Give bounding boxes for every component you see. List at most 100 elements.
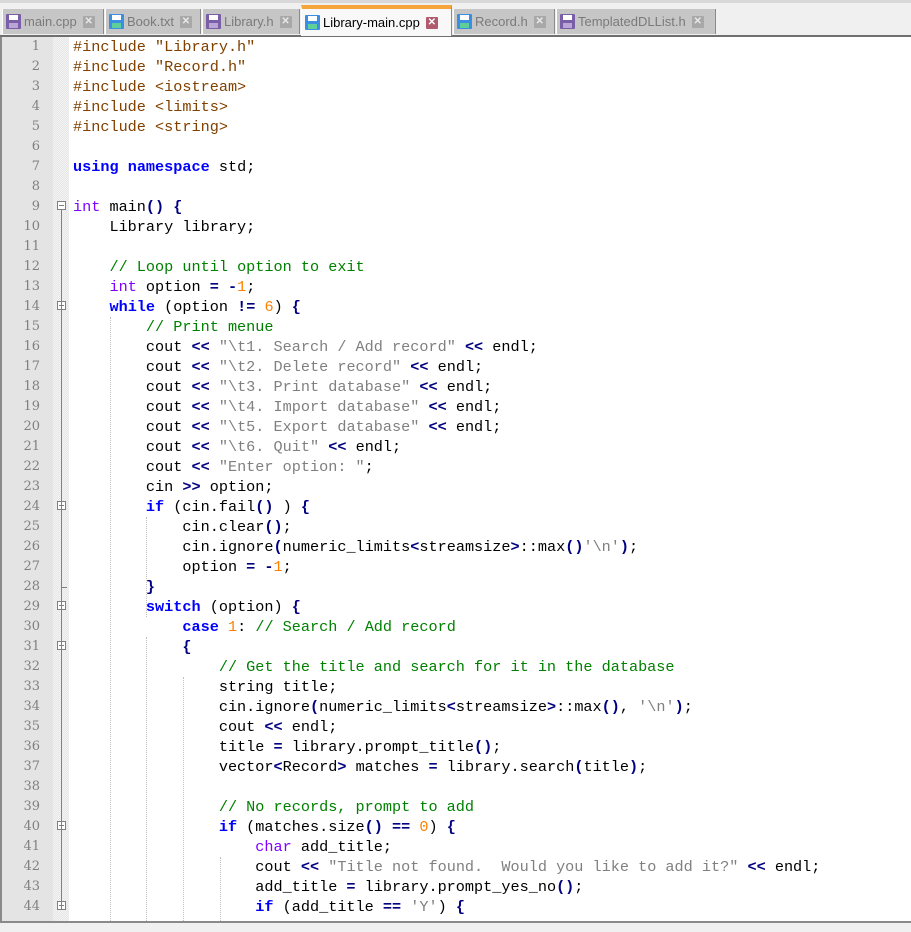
code-line[interactable]: 17 cout << "\t2. Delete record" << endl; xyxy=(2,357,911,377)
code-line[interactable]: 11 xyxy=(2,237,911,257)
code-token: ) xyxy=(273,298,292,316)
code-token: cout xyxy=(73,718,265,736)
code-line[interactable]: 19 cout << "\t4. Import database" << end… xyxy=(2,397,911,417)
code-token: "\t6. Quit" xyxy=(218,438,320,456)
code-line[interactable]: 23 cin >> option; xyxy=(2,477,911,497)
close-icon[interactable]: ✕ xyxy=(82,15,95,28)
line-number: 40 xyxy=(23,819,40,834)
code-token: - xyxy=(227,278,238,296)
code-line[interactable]: 27 option = -1; xyxy=(2,557,911,577)
line-number: 34 xyxy=(23,699,40,714)
code-line[interactable]: 38 xyxy=(2,777,911,797)
code-line[interactable]: 34 cin.ignore(numeric_limits<streamsize>… xyxy=(2,697,911,717)
code-token: cin.ignore xyxy=(73,538,274,556)
code-line[interactable]: 8 xyxy=(2,177,911,197)
code-line[interactable]: 25 cin.clear(); xyxy=(2,517,911,537)
code-line[interactable]: 31 { xyxy=(2,637,911,657)
close-icon[interactable]: ✕ xyxy=(533,15,546,28)
code-editor[interactable]: 1 #include "Library.h" 2 #include "Record.h… xyxy=(0,37,911,921)
line-number: 39 xyxy=(23,799,40,814)
code-line[interactable]: 42 cout << "Title not found. Would you l… xyxy=(2,857,911,877)
code-token: { xyxy=(173,198,183,216)
code-token: Record xyxy=(282,758,338,776)
line-number: 21 xyxy=(23,439,40,454)
code-token: while xyxy=(109,298,156,316)
code-line[interactable]: 1 #include "Library.h" xyxy=(2,37,911,57)
line-number: 9 xyxy=(31,199,40,214)
line-number: 4 xyxy=(31,99,40,114)
code-line[interactable]: 28 } xyxy=(2,577,911,597)
code-line[interactable]: 30 case 1: // Search / Add record xyxy=(2,617,911,637)
code-line[interactable]: 39 // No records, prompt to add xyxy=(2,797,911,817)
code-token: #include <string> xyxy=(73,118,228,136)
code-line[interactable]: 36 title = library.prompt_title(); xyxy=(2,737,911,757)
code-line[interactable]: 26 cin.ignore(numeric_limits<streamsize>… xyxy=(2,537,911,557)
code-line[interactable]: 3 #include <iostream> xyxy=(2,77,911,97)
code-line[interactable]: 16 cout << "\t1. Search / Add record" <<… xyxy=(2,337,911,357)
code-token: , xyxy=(619,698,639,716)
code-text: cin.clear(); xyxy=(73,517,292,537)
code-line[interactable]: 40 if (matches.size() == 0) { xyxy=(2,817,911,837)
code-token: = xyxy=(246,558,256,576)
code-line[interactable]: 33 string title; xyxy=(2,677,911,697)
code-token: ) xyxy=(619,538,630,556)
line-number: 28 xyxy=(23,579,40,594)
tab-main-cpp[interactable]: main.cpp ✕ xyxy=(2,9,104,34)
tab-templateddllist-h[interactable]: TemplatedDLList.h ✕ xyxy=(556,9,716,34)
tab-book-txt[interactable]: Book.txt ✕ xyxy=(105,9,201,34)
line-number: 5 xyxy=(31,119,40,134)
close-icon[interactable]: ✕ xyxy=(425,16,438,29)
code-token: { xyxy=(300,498,310,516)
code-token: < xyxy=(446,698,456,716)
code-line[interactable]: 43 add_title = library.prompt_yes_no(); xyxy=(2,877,911,897)
code-token: ; xyxy=(638,758,648,776)
code-line[interactable]: 35 cout << endl; xyxy=(2,717,911,737)
line-number: 12 xyxy=(23,259,40,274)
code-line[interactable]: 13 int option = -1; xyxy=(2,277,911,297)
code-line[interactable]: 4 #include <limits> xyxy=(2,97,911,117)
code-line[interactable]: 21 cout << "\t6. Quit" << endl; xyxy=(2,437,911,457)
code-line[interactable]: 22 cout << "Enter option: "; xyxy=(2,457,911,477)
line-number: 30 xyxy=(23,619,40,634)
code-token: title xyxy=(73,738,274,756)
line-number: 17 xyxy=(23,359,40,374)
code-line[interactable]: 15 // Print menue xyxy=(2,317,911,337)
tab-library-main-cpp[interactable]: Library-main.cpp ✕ xyxy=(301,5,452,36)
close-icon[interactable]: ✕ xyxy=(179,15,192,28)
code-line[interactable]: 41 char add_title; xyxy=(2,837,911,857)
tab-library-h[interactable]: Library.h ✕ xyxy=(202,9,300,34)
code-line[interactable]: 24 if (cin.fail() ) { xyxy=(2,497,911,517)
code-line[interactable]: 7 using namespace std; xyxy=(2,157,911,177)
code-line[interactable]: 9 int main() { xyxy=(2,197,911,217)
code-text: string title; xyxy=(73,677,338,697)
code-line[interactable]: 18 cout << "\t3. Print database" << endl… xyxy=(2,377,911,397)
close-icon[interactable]: ✕ xyxy=(279,15,292,28)
code-line[interactable]: 20 cout << "\t5. Export database" << end… xyxy=(2,417,911,437)
code-line[interactable]: 37 vector<Record> matches = library.sear… xyxy=(2,757,911,777)
line-number: 33 xyxy=(23,679,40,694)
code-line[interactable]: 10 Library library; xyxy=(2,217,911,237)
code-line[interactable]: 12 // Loop until option to exit xyxy=(2,257,911,277)
code-token: ; xyxy=(282,518,292,536)
code-line[interactable]: 32 // Get the title and search for it in… xyxy=(2,657,911,677)
code-line[interactable]: 14 while (option != 6) { xyxy=(2,297,911,317)
line-number: 42 xyxy=(23,859,40,874)
close-icon[interactable]: ✕ xyxy=(691,15,704,28)
code-token: cin.ignore xyxy=(73,698,310,716)
tab-record-h[interactable]: Record.h ✕ xyxy=(453,9,555,34)
code-line[interactable]: 6 xyxy=(2,137,911,157)
fold-toggle-icon[interactable] xyxy=(57,201,66,210)
code-token: != xyxy=(237,298,256,316)
code-line[interactable]: 2 #include "Record.h" xyxy=(2,57,911,77)
line-number: 23 xyxy=(23,479,40,494)
code-line[interactable]: 5 #include <string> xyxy=(2,117,911,137)
code-text: title = library.prompt_title(); xyxy=(73,737,502,757)
line-number: 13 xyxy=(23,279,40,294)
code-line[interactable]: 44 if (add_title == 'Y') { xyxy=(2,897,911,917)
code-line[interactable]: 29 switch (option) { xyxy=(2,597,911,617)
line-number: 44 xyxy=(23,899,40,914)
code-token: >> xyxy=(182,478,201,496)
